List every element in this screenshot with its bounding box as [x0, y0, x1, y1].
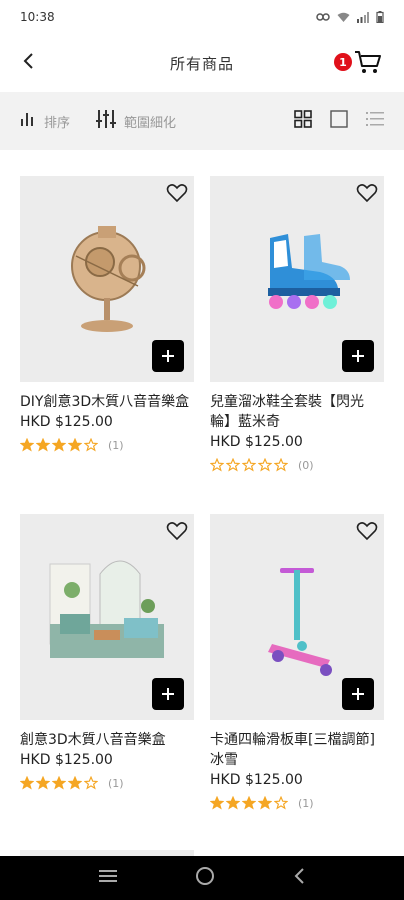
back-triangle-icon[interactable] [292, 867, 306, 889]
grid-view-icon[interactable] [294, 110, 312, 132]
sort-label: 排序 [44, 115, 71, 131]
product-price: HKD $125.00 [20, 414, 113, 430]
cart-count-badge: 1 [334, 53, 352, 71]
star-outline-icon [84, 438, 98, 452]
product-name[interactable]: 兒童溜冰鞋全套裝【閃光輪】藍米奇 [210, 392, 384, 432]
cart-button[interactable]: 1 [334, 48, 386, 80]
star-outline-icon [274, 458, 288, 472]
star-filled-icon [52, 438, 66, 452]
star-outline-icon [84, 776, 98, 790]
star-outline-icon [226, 458, 240, 472]
filter-toolbar: 排序 範圍細化 [0, 92, 404, 150]
product-name[interactable]: DIY創意3D木質八音音樂盒 [20, 392, 194, 412]
product-card[interactable]: 創意3D木質八音音樂盒 HKD $125.00 (1) [20, 514, 194, 790]
add-to-cart-button[interactable] [152, 340, 184, 372]
star-outline-icon [274, 796, 288, 810]
view-switcher [294, 110, 384, 132]
heart-icon[interactable] [356, 182, 378, 204]
add-to-cart-button[interactable] [152, 678, 184, 710]
star-outline-icon [258, 458, 272, 472]
star-outline-icon [242, 458, 256, 472]
product-image[interactable] [20, 176, 194, 382]
signal-icon [357, 11, 369, 23]
add-to-cart-button[interactable] [342, 340, 374, 372]
plus-icon [352, 684, 364, 705]
status-time: 10:38 [20, 10, 55, 24]
product-price: HKD $125.00 [20, 752, 113, 768]
heart-icon[interactable] [166, 520, 188, 542]
star-rating-icons [210, 796, 290, 810]
menu-icon[interactable] [98, 868, 118, 888]
link-icon [316, 12, 330, 22]
product-image[interactable] [20, 514, 194, 720]
back-button[interactable] [14, 48, 44, 78]
list-view-icon[interactable] [366, 111, 384, 131]
heart-icon[interactable] [166, 182, 188, 204]
star-rating-icons [20, 776, 100, 790]
sort-button[interactable]: 排序 [20, 111, 70, 131]
app-header: 所有商品 1 [0, 34, 404, 92]
product-rating: (0) [210, 458, 384, 472]
star-filled-icon [52, 776, 66, 790]
star-filled-icon [242, 796, 256, 810]
product-name[interactable]: 創意3D木質八音音樂盒 [20, 730, 194, 750]
product-image[interactable] [210, 514, 384, 720]
product-name[interactable]: 卡通四輪滑板車[三檔調節]冰雪 [210, 730, 384, 770]
star-filled-icon [36, 776, 50, 790]
filter-sliders-icon [96, 110, 117, 132]
star-rating-icons [20, 438, 100, 452]
product-card[interactable]: 卡通四輪滑板車[三檔調節]冰雪 HKD $125.00 (1) [210, 514, 384, 810]
plus-icon [162, 346, 174, 367]
page-title: 所有商品 [169, 54, 234, 73]
star-filled-icon [68, 438, 82, 452]
status-bar: 10:38 [0, 0, 404, 34]
add-to-cart-button[interactable] [342, 678, 374, 710]
review-count: (1) [108, 776, 124, 790]
review-count: (0) [298, 458, 314, 472]
cart-icon [354, 51, 382, 80]
status-icons [316, 11, 384, 23]
system-nav-bar [0, 856, 404, 900]
heart-icon[interactable] [356, 520, 378, 542]
star-filled-icon [20, 438, 34, 452]
chevron-left-icon [22, 53, 36, 73]
star-filled-icon [36, 438, 50, 452]
plus-icon [162, 684, 174, 705]
single-view-icon[interactable] [330, 110, 348, 132]
star-rating-icons [210, 458, 290, 472]
star-filled-icon [226, 796, 240, 810]
star-filled-icon [68, 776, 82, 790]
star-outline-icon [210, 458, 224, 472]
product-card[interactable]: DIY創意3D木質八音音樂盒 HKD $125.00 (1) [20, 176, 194, 452]
star-filled-icon [210, 796, 224, 810]
product-rating: (1) [210, 796, 384, 810]
plus-icon [352, 346, 364, 367]
review-count: (1) [298, 796, 314, 810]
product-price: HKD $125.00 [210, 434, 303, 450]
filter-button[interactable]: 範圍細化 [96, 110, 176, 132]
battery-icon [376, 11, 384, 23]
sort-bars-icon [20, 111, 36, 131]
star-filled-icon [20, 776, 34, 790]
star-filled-icon [258, 796, 272, 810]
product-rating: (1) [20, 438, 194, 452]
product-price: HKD $125.00 [210, 772, 303, 788]
product-rating: (1) [20, 776, 194, 790]
product-card[interactable]: 兒童溜冰鞋全套裝【閃光輪】藍米奇 HKD $125.00 (0) [210, 176, 384, 472]
review-count: (1) [108, 438, 124, 452]
product-image[interactable] [210, 176, 384, 382]
home-circle-icon[interactable] [195, 866, 215, 890]
wifi-icon [337, 12, 350, 23]
filter-label: 範圍細化 [124, 115, 177, 131]
